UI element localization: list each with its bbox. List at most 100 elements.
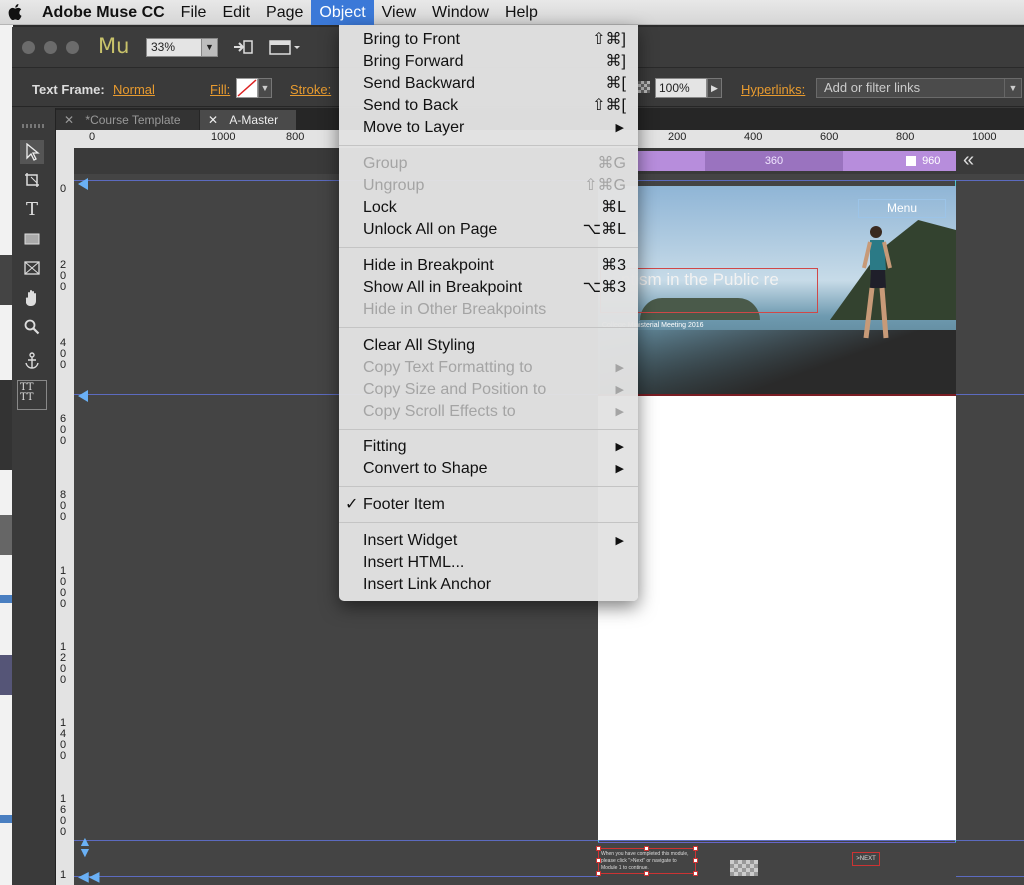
close-icon[interactable]: ✕ bbox=[64, 113, 74, 127]
menu-item-label: Unlock All on Page bbox=[363, 221, 498, 238]
menu-item-label: Insert Link Anchor bbox=[363, 576, 492, 593]
text-tool-icon[interactable]: T bbox=[20, 197, 44, 221]
selection-handle[interactable] bbox=[693, 858, 698, 863]
menu-separator bbox=[339, 429, 638, 430]
hyperlinks-label[interactable]: Hyperlinks: bbox=[741, 82, 805, 97]
tab-a-master[interactable]: ✕ A-Master bbox=[200, 110, 296, 130]
menu-item-label: Ungroup bbox=[363, 177, 425, 194]
close-window-button[interactable] bbox=[22, 41, 35, 54]
footer-guide-handle[interactable]: ▲ ▼ bbox=[78, 834, 92, 859]
menu-item-move-to-layer[interactable]: Move to Layer ▶ bbox=[339, 117, 638, 139]
menu-item-label: Hide in Other Breakpoints bbox=[363, 301, 547, 318]
menu-page[interactable]: Page bbox=[258, 0, 311, 25]
checkmark-icon: ✓ bbox=[345, 496, 359, 513]
zoom-select[interactable]: 33% ▼ bbox=[146, 38, 218, 57]
menu-item-shortcut: ⌘] bbox=[605, 53, 626, 70]
chevron-down-icon[interactable]: ▼ bbox=[258, 78, 272, 98]
ruler-tick-label: 1000 bbox=[59, 565, 67, 610]
image-frame-tool-icon[interactable] bbox=[20, 256, 44, 280]
menu-item-send-backward[interactable]: Send Backward ⌘[ bbox=[339, 73, 638, 95]
selection-handle[interactable] bbox=[596, 846, 601, 851]
menu-item-label: Group bbox=[363, 155, 408, 172]
chevron-right-icon[interactable]: ▶ bbox=[707, 78, 722, 98]
selection-handle[interactable] bbox=[644, 871, 649, 876]
rectangle-tool-icon[interactable] bbox=[20, 227, 44, 251]
submenu-arrow-icon: ▶ bbox=[615, 535, 624, 547]
fill-label[interactable]: Fill: bbox=[210, 82, 230, 97]
menu-item-unlock-all-on-page[interactable]: Unlock All on Page ⌥⌘L bbox=[339, 219, 638, 241]
menu-help[interactable]: Help bbox=[497, 0, 546, 25]
submenu-arrow-icon: ▶ bbox=[615, 406, 624, 418]
menu-item-insert-widget[interactable]: Insert Widget ▶ bbox=[339, 530, 638, 552]
menu-item-insert-html[interactable]: Insert HTML... bbox=[339, 552, 638, 574]
menu-separator bbox=[339, 327, 638, 328]
ruler-tick-label: 0 bbox=[89, 131, 96, 143]
place-file-icon[interactable] bbox=[232, 38, 254, 56]
ruler-tick-label: 600 bbox=[59, 413, 67, 447]
fill-swatch[interactable] bbox=[236, 78, 258, 98]
apple-icon[interactable] bbox=[4, 0, 26, 25]
zoom-tool-icon[interactable] bbox=[20, 315, 44, 339]
breakpoint-max-label: 960 bbox=[922, 155, 941, 167]
menu-item-footer-item[interactable]: ✓ Footer Item bbox=[339, 494, 638, 516]
transparent-placeholder[interactable] bbox=[730, 860, 758, 876]
breakpoint-360[interactable]: 360 bbox=[705, 151, 843, 171]
footer-guide-handle[interactable]: ◀◀ bbox=[78, 869, 100, 883]
menu-view[interactable]: View bbox=[374, 0, 424, 25]
menu-item-show-all-in-breakpoint[interactable]: Show All in Breakpoint ⌥⌘3 bbox=[339, 277, 638, 299]
menu-edit[interactable]: Edit bbox=[214, 0, 258, 25]
selection-tool-icon[interactable] bbox=[20, 140, 44, 164]
selection-handle[interactable] bbox=[693, 846, 698, 851]
menu-item-bring-to-front[interactable]: Bring to Front ⇧⌘] bbox=[339, 29, 638, 51]
opacity-input[interactable]: 100% bbox=[655, 78, 707, 98]
menu-item-lock[interactable]: Lock ⌘L bbox=[339, 197, 638, 219]
stroke-label[interactable]: Stroke: bbox=[290, 82, 331, 97]
text-styles-tool-icon[interactable]: TT TT bbox=[17, 380, 47, 410]
menu-item-send-to-back[interactable]: Send to Back ⇧⌘[ bbox=[339, 95, 638, 117]
crop-tool-icon[interactable] bbox=[20, 168, 44, 192]
menu-item-insert-link-anchor[interactable]: Insert Link Anchor bbox=[339, 574, 638, 596]
hand-tool-icon[interactable] bbox=[20, 286, 44, 310]
ruler-tick-label: 800 bbox=[286, 131, 305, 143]
hyperlinks-placeholder: Add or filter links bbox=[824, 80, 921, 95]
selection-handle[interactable] bbox=[644, 846, 649, 851]
menu-item-fitting[interactable]: Fitting ▶ bbox=[339, 436, 638, 458]
preview-mode-icon[interactable] bbox=[268, 38, 304, 56]
tab-course-template[interactable]: ✕ *Course Template bbox=[56, 110, 199, 130]
zoom-window-button[interactable] bbox=[66, 41, 79, 54]
close-icon[interactable]: ✕ bbox=[208, 113, 218, 127]
menu-item-label: Lock bbox=[363, 199, 397, 216]
submenu-arrow-icon: ▶ bbox=[615, 441, 624, 453]
next-button[interactable]: >NEXT bbox=[852, 852, 880, 866]
breakpoint-handle-icon[interactable] bbox=[906, 156, 916, 167]
menu-item-bring-forward[interactable]: Bring Forward ⌘] bbox=[339, 51, 638, 73]
selection-handle[interactable] bbox=[596, 858, 601, 863]
menu-item-label: Copy Size and Position to bbox=[363, 381, 547, 398]
menu-window[interactable]: Window bbox=[424, 0, 497, 25]
breakpoint-960[interactable]: 960 bbox=[906, 151, 956, 171]
selection-handle[interactable] bbox=[693, 871, 698, 876]
menu-file[interactable]: File bbox=[173, 0, 215, 25]
chevron-down-icon[interactable]: ▼ bbox=[201, 39, 217, 56]
anchor-icon[interactable] bbox=[20, 349, 44, 373]
menu-item-label: Copy Scroll Effects to bbox=[363, 403, 516, 420]
panel-grip[interactable] bbox=[22, 124, 44, 128]
submenu-arrow-icon: ▶ bbox=[615, 362, 624, 374]
ruler-tick-label: 800 bbox=[59, 489, 67, 523]
chevron-down-icon[interactable]: ▼ bbox=[1004, 79, 1021, 97]
text-frame-mode[interactable]: Normal bbox=[113, 82, 155, 97]
menu-item-clear-all-styling[interactable]: Clear All Styling bbox=[339, 335, 638, 357]
selection-handle[interactable] bbox=[596, 871, 601, 876]
ruler-tick-label: 1000 bbox=[972, 131, 997, 143]
app-name[interactable]: Adobe Muse CC bbox=[34, 0, 173, 25]
menu-object[interactable]: Object bbox=[311, 0, 374, 25]
menu-button[interactable]: Menu bbox=[858, 199, 946, 218]
minimize-window-button[interactable] bbox=[44, 41, 57, 54]
menu-item-hide-in-breakpoint[interactable]: Hide in Breakpoint ⌘3 bbox=[339, 255, 638, 277]
ruler-tick-label: 600 bbox=[820, 131, 839, 143]
submenu-arrow-icon: ▶ bbox=[615, 122, 624, 134]
ruler-tick-label: 1600 bbox=[59, 793, 67, 838]
double-chevron-left-icon[interactable]: « bbox=[963, 149, 974, 172]
menu-item-convert-to-shape[interactable]: Convert to Shape ▶ bbox=[339, 458, 638, 480]
hyperlinks-input[interactable]: Add or filter links ▼ bbox=[816, 78, 1022, 98]
